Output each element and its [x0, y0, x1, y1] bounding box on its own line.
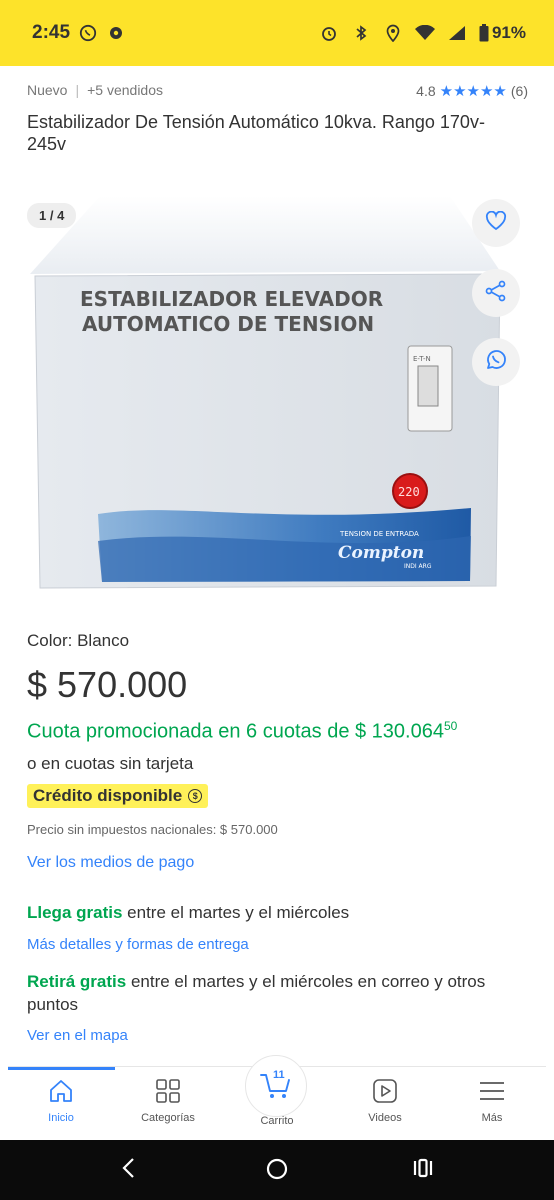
breaker-label: E-T-N	[413, 355, 431, 363]
image-text-line1: ESTABILIZADOR ELEVADOR	[80, 287, 383, 311]
home-button-icon[interactable]	[265, 1157, 289, 1186]
map-link[interactable]: Ver en el mapa	[27, 1027, 128, 1044]
image-display: 220	[398, 485, 420, 499]
tax-note: Precio sin impuestos nacionales: $ 570.0…	[27, 822, 278, 837]
recent-apps-icon[interactable]	[412, 1157, 434, 1184]
credit-badge-label: Crédito disponible	[33, 786, 183, 805]
nav-inicio[interactable]: Inicio	[21, 1079, 101, 1124]
location-icon	[383, 23, 403, 43]
rating-value: 4.8	[416, 83, 436, 99]
signal-icon	[447, 23, 467, 43]
battery-percent: 91%	[491, 23, 526, 42]
nav-categorias-label: Categorías	[141, 1112, 195, 1124]
nav-mas[interactable]: Más	[452, 1079, 532, 1124]
no-card-installments: o en cuotas sin tarjeta	[27, 754, 194, 773]
share-button[interactable]	[472, 269, 520, 317]
product-image: ESTABILIZADOR ELEVADOR AUTOMATICO DE TEN…	[30, 196, 501, 589]
status-time: 2:45	[32, 22, 71, 43]
image-counter: 1 / 4	[27, 203, 77, 228]
notification-icon	[106, 23, 126, 43]
nav-videos-label: Videos	[368, 1112, 402, 1124]
wifi-icon	[414, 23, 435, 43]
shipping-info: Llega gratis entre el martes y el miérco…	[27, 901, 517, 924]
product-content: Nuevo | +5 vendidos 4.8 ★★★★★ (6) Estabi…	[8, 66, 546, 1066]
meta-separator: |	[75, 82, 80, 98]
nav-carrito-label: Carrito	[260, 1115, 294, 1127]
whatsapp-icon	[78, 23, 98, 43]
condition-label: Nuevo	[27, 82, 68, 98]
cart-count: 11	[273, 1069, 285, 1081]
pickup-info: Retirá gratis entre el martes y el miérc…	[27, 970, 517, 1016]
favorite-button[interactable]	[472, 199, 520, 247]
share-icon	[485, 280, 507, 307]
video-play-icon	[372, 1079, 398, 1106]
color-value: Blanco	[77, 631, 130, 650]
shipping-details-link[interactable]: Más detalles y formas de entrega	[27, 936, 249, 953]
image-brand: Compton	[338, 543, 424, 563]
review-count: (6)	[510, 83, 528, 99]
rating-summary[interactable]: 4.8 ★★★★★ (6)	[416, 82, 528, 100]
nav-mas-label: Más	[481, 1112, 503, 1124]
nav-videos[interactable]: Videos	[345, 1079, 425, 1124]
color-selector[interactable]: Color: Blanco	[27, 631, 129, 651]
image-gallery[interactable]: ESTABILIZADOR ELEVADOR AUTOMATICO DE TEN…	[8, 191, 546, 591]
alarm-icon	[319, 23, 339, 43]
system-nav-bar	[0, 1140, 554, 1200]
heart-icon	[485, 210, 507, 236]
color-label: Color:	[27, 631, 73, 650]
pickup-free-label: Retirá gratis	[27, 972, 127, 991]
installments-text: Cuota promocionada en 6 cuotas de $ 130.…	[27, 720, 444, 743]
nav-carrito[interactable]: 11	[245, 1055, 307, 1117]
nav-categorias[interactable]: Categorías	[128, 1079, 208, 1124]
rating-stars-icon: ★★★★★	[439, 83, 507, 100]
product-meta: Nuevo | +5 vendidos	[27, 82, 163, 98]
installments-cents: 50	[443, 719, 458, 733]
battery-icon	[479, 23, 489, 43]
categories-icon	[155, 1079, 181, 1106]
status-bar: 2:45 91%	[0, 0, 554, 66]
shipping-free-label: Llega gratis	[27, 903, 123, 922]
coin-icon: $	[188, 789, 203, 803]
image-text-line2: AUTOMATICO DE TENSION	[82, 312, 374, 336]
hamburger-menu-icon	[478, 1079, 506, 1106]
cart-icon: 11	[259, 1069, 293, 1101]
image-brand-sub: INDI ARG	[404, 563, 432, 570]
payment-methods-link[interactable]: Ver los medios de pago	[27, 854, 194, 872]
credit-badge[interactable]: Crédito disponible $	[27, 784, 209, 808]
installments-info: Cuota promocionada en 6 cuotas de $ 130.…	[27, 719, 457, 744]
whatsapp-share-button[interactable]	[472, 338, 520, 386]
whatsapp-icon	[484, 348, 508, 377]
home-icon	[48, 1079, 74, 1106]
nav-inicio-label: Inicio	[48, 1112, 74, 1124]
active-tab-indicator	[8, 1067, 115, 1070]
back-icon[interactable]	[120, 1157, 138, 1184]
bottom-nav: Inicio Categorías 11 Carrito Videos Más	[8, 1055, 546, 1140]
shipping-dates: entre el martes y el miércoles	[127, 903, 350, 922]
bluetooth-icon	[351, 23, 371, 43]
image-small-text: TENSION DE ENTRADA	[339, 530, 419, 538]
product-price: $ 570.000	[27, 664, 188, 705]
sold-count: +5 vendidos	[87, 82, 164, 98]
product-title: Estabilizador De Tensión Automático 10kv…	[27, 112, 485, 154]
